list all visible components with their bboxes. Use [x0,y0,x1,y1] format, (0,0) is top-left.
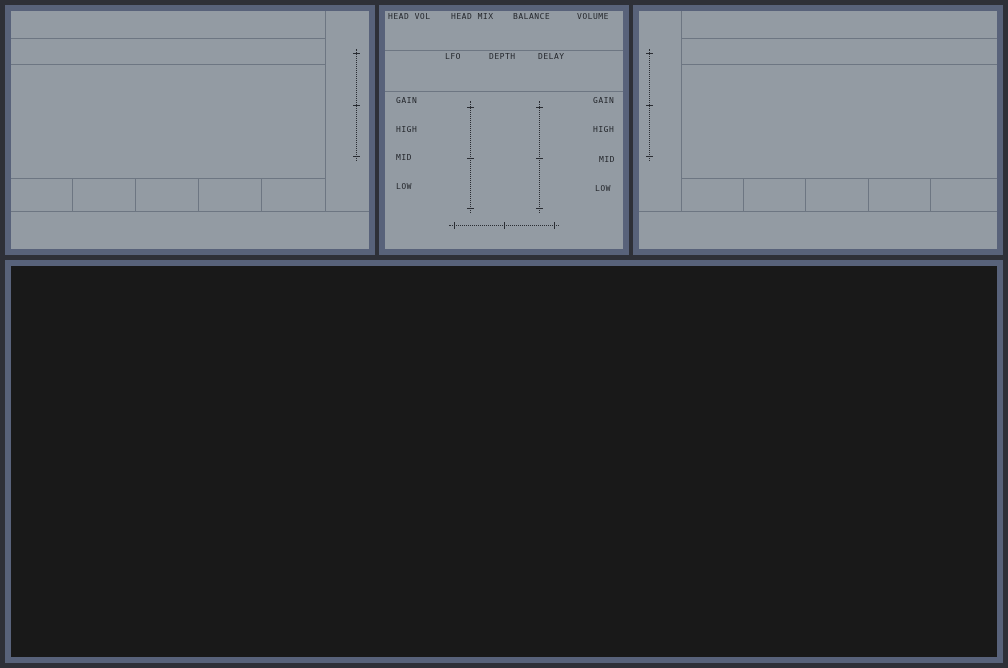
mixer-face: HEAD VOL HEAD MIX BALANCE VOLUME LFO DEP… [385,11,623,249]
deck-left [5,5,375,255]
playlist-area[interactable] [11,266,997,657]
deck-right-pitch-slider[interactable] [646,49,653,161]
deck-left-info [11,39,325,64]
deck-left-button-3[interactable] [136,178,199,211]
deck-left-button-1[interactable] [11,178,73,211]
deck-right-button-5[interactable] [931,178,997,211]
eq-right-mid-knob[interactable]: MID [599,156,615,164]
balance-knob[interactable]: BALANCE [513,13,550,21]
channel-left-fader[interactable] [467,101,474,213]
head-mix-knob[interactable]: HEAD MIX [451,13,494,21]
deck-left-display [11,11,325,38]
deck-right-display [682,11,997,38]
deck-left-waveform[interactable] [11,65,325,178]
eq-right-high-knob[interactable]: HIGH [593,126,614,134]
deck-left-face [11,11,369,249]
channel-right-fader[interactable] [536,101,543,213]
divider [385,50,623,51]
deck-right-waveform[interactable] [682,65,997,178]
deck-right-info [682,39,997,64]
deck-left-button-4[interactable] [199,178,262,211]
deck-right [633,5,1003,255]
delay-knob[interactable]: DELAY [538,53,565,61]
eq-left-low-knob[interactable]: LOW [396,183,412,191]
deck-left-status-bar [11,212,369,249]
divider [325,11,326,211]
deck-right-status-bar [639,212,997,249]
deck-right-button-4[interactable] [869,178,931,211]
deck-left-button-2[interactable] [73,178,136,211]
deck-left-pitch-slider[interactable] [353,49,360,161]
eq-left-mid-knob[interactable]: MID [396,154,412,162]
divider [385,91,623,92]
playlist-panel [5,260,1003,663]
eq-left-high-knob[interactable]: HIGH [396,126,417,134]
eq-right-gain-knob[interactable]: GAIN [593,97,614,105]
lfo-knob[interactable]: LFO [445,53,461,61]
deck-right-button-1[interactable] [681,178,744,211]
head-vol-knob[interactable]: HEAD VOL [388,13,431,21]
deck-left-button-5[interactable] [262,178,325,211]
crossfader[interactable] [449,222,559,229]
eq-left-gain-knob[interactable]: GAIN [396,97,417,105]
deck-right-button-3[interactable] [806,178,869,211]
eq-right-low-knob[interactable]: LOW [595,185,611,193]
volume-knob[interactable]: VOLUME [577,13,609,21]
deck-right-face [639,11,997,249]
depth-knob[interactable]: DEPTH [489,53,516,61]
mixer: HEAD VOL HEAD MIX BALANCE VOLUME LFO DEP… [379,5,629,255]
deck-right-button-2[interactable] [744,178,806,211]
